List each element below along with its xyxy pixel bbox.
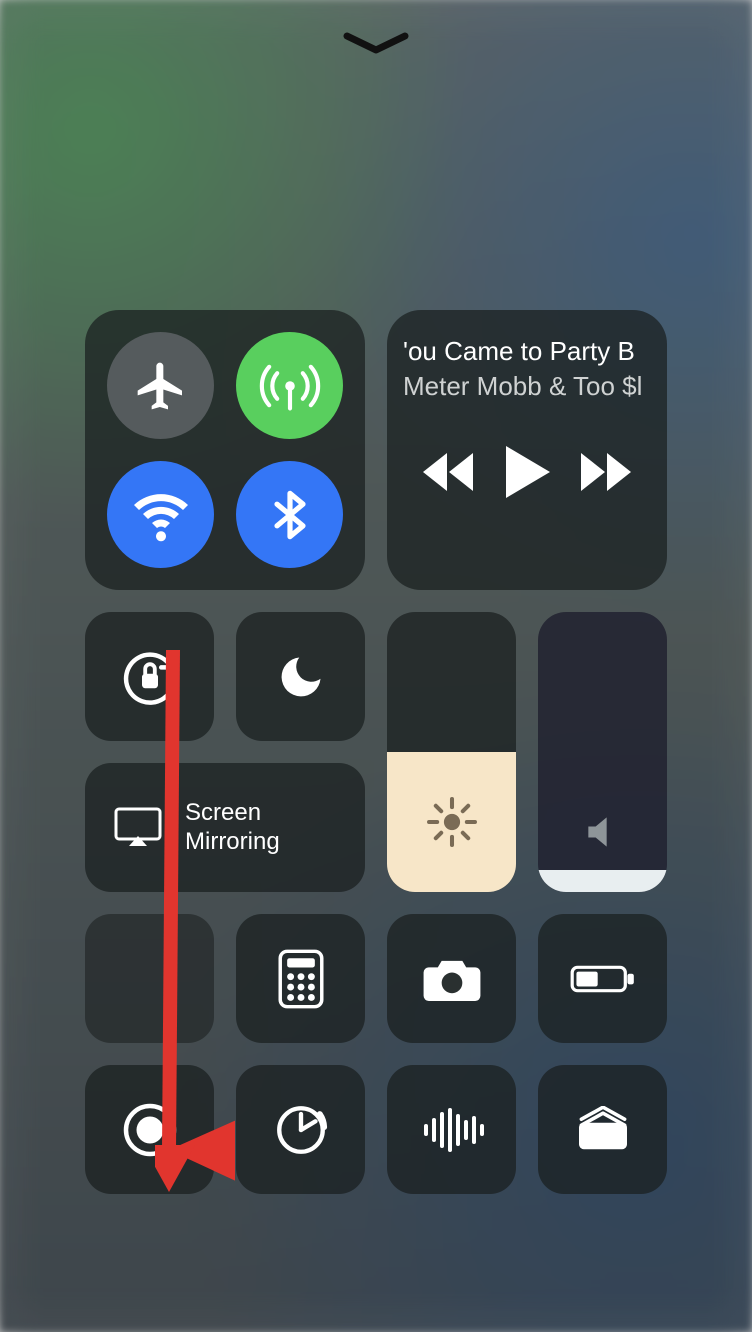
media-track-artist: Meter Mobb & Too $l — [403, 371, 651, 402]
voice-memos-button[interactable] — [387, 1065, 516, 1194]
rotation-lock-toggle[interactable] — [85, 612, 214, 741]
timer-icon — [272, 1101, 330, 1159]
screen-mirroring-button[interactable]: Screen Mirroring — [85, 763, 365, 892]
connectivity-module[interactable] — [85, 310, 365, 590]
bluetooth-icon — [264, 489, 316, 541]
wifi-toggle[interactable] — [107, 461, 214, 568]
low-power-mode-toggle[interactable] — [538, 914, 667, 1043]
wifi-icon — [131, 485, 191, 545]
battery-icon — [569, 961, 637, 997]
calculator-button[interactable] — [236, 914, 365, 1043]
flashlight-toggle[interactable] — [85, 914, 214, 1043]
fast-forward-icon — [579, 449, 633, 495]
media-forward-button[interactable] — [579, 449, 633, 500]
media-rewind-button[interactable] — [421, 449, 475, 500]
airplane-icon — [133, 358, 189, 414]
screen-mirroring-label: Screen Mirroring — [185, 799, 280, 857]
wallet-button[interactable] — [538, 1065, 667, 1194]
screen-mirroring-icon — [113, 806, 163, 850]
do-not-disturb-toggle[interactable] — [236, 612, 365, 741]
rotation-lock-icon — [118, 645, 182, 709]
screen-record-button[interactable] — [85, 1065, 214, 1194]
record-icon — [120, 1100, 180, 1160]
media-play-button[interactable] — [502, 444, 552, 505]
timer-button[interactable] — [236, 1065, 365, 1194]
collapse-chevron-icon[interactable] — [341, 30, 411, 63]
calculator-icon — [277, 949, 325, 1009]
media-track-title: 'ou Came to Party B — [403, 336, 651, 367]
moon-icon — [275, 651, 327, 703]
speaker-icon — [581, 810, 625, 854]
media-module[interactable]: 'ou Came to Party B Meter Mobb & Too $l — [387, 310, 667, 590]
waveform-icon — [420, 1106, 484, 1154]
cellular-icon — [258, 354, 322, 418]
rewind-icon — [421, 449, 475, 495]
volume-slider[interactable] — [538, 612, 667, 892]
camera-icon — [421, 954, 483, 1004]
cellular-data-toggle[interactable] — [236, 332, 343, 439]
bluetooth-toggle[interactable] — [236, 461, 343, 568]
play-icon — [502, 444, 552, 500]
sun-icon — [425, 795, 479, 849]
wallet-icon — [574, 1106, 632, 1154]
airplane-mode-toggle[interactable] — [107, 332, 214, 439]
brightness-slider[interactable] — [387, 612, 516, 892]
camera-button[interactable] — [387, 914, 516, 1043]
